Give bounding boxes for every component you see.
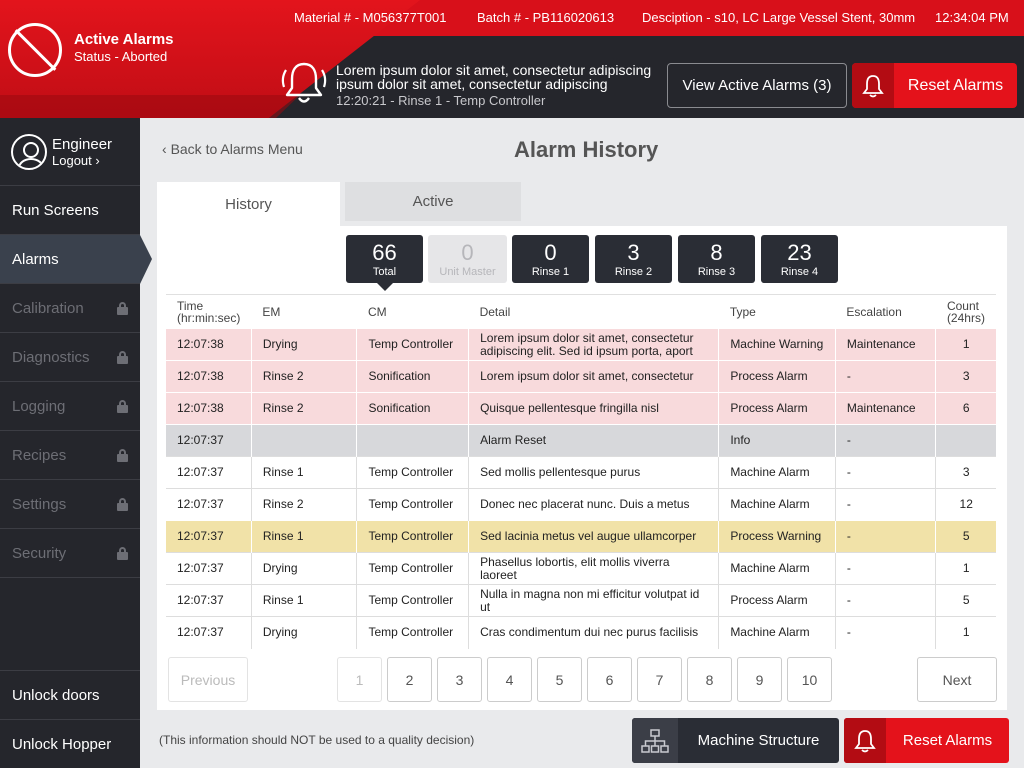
sidebar-item-run-screens[interactable]: Run Screens [0,186,140,235]
sidebar: Engineer Logout › Run Screens Alarms Cal… [0,118,152,768]
page-1-button[interactable]: 1 [337,657,382,702]
page-5-button[interactable]: 5 [537,657,582,702]
count-filter-unit-master[interactable]: 0 Unit Master [428,235,507,283]
latest-alarm-meta: 12:20:21 - Rinse 1 - Temp Controller [336,93,546,108]
column-header-cm[interactable]: CM [356,294,469,329]
table-header-row: Time (hr:min:sec) EM CM Detail Type Escal… [166,294,996,329]
sidebar-item-security[interactable]: Security [0,529,140,578]
column-header-escalation[interactable]: Escalation [835,294,936,329]
reset-alarms-label: Reset Alarms [902,732,993,749]
page-title: Alarm History [514,137,659,162]
aborted-status-icon [8,23,62,77]
table-row[interactable]: 12:07:38 Rinse 2 Sonification Quisque pelle… [166,392,996,425]
machine-structure-button[interactable]: Machine Structure [632,718,839,763]
latest-alarm-message: Lorem ipsum dolor sit amet, consectetur … [336,62,652,92]
table-row[interactable]: 12:07:37 Drying Temp Controller Cras condim… [166,616,996,649]
header-bar: Active Alarms Status - Aborted Material … [0,0,1024,118]
sidebar-item-logging[interactable]: Logging [0,382,140,431]
user-box[interactable]: Engineer Logout › [0,118,140,186]
alarm-bell-icon [281,62,327,103]
page-8-button[interactable]: 8 [687,657,732,702]
status-title: Active Alarms [74,31,174,48]
tab-active[interactable]: Active [345,182,521,221]
previous-page-button[interactable]: Previous [168,657,248,702]
page-3-button[interactable]: 3 [437,657,482,702]
column-header-em[interactable]: EM [251,294,357,329]
unlock-doors-button[interactable]: Unlock doors [0,670,140,719]
table-row[interactable]: 12:07:38 Drying Temp Controller Lorem ipsum… [166,328,996,361]
count-filter-rinse-1[interactable]: 0 Rinse 1 [512,235,589,283]
lock-icon [117,351,128,364]
count-filter-rinse-3[interactable]: 8 Rinse 3 [678,235,755,283]
page-9-button[interactable]: 9 [737,657,782,702]
user-name: Engineer [52,135,113,153]
batch-number: Batch # - PB116020613 [477,10,615,25]
sidebar-item-settings[interactable]: Settings [0,480,140,529]
table-row[interactable]: 12:07:37 Rinse 1 Temp Controller Nulla in m… [166,584,996,617]
user-avatar-icon [11,133,47,170]
unlock-hopper-button[interactable]: Unlock Hopper [0,719,140,768]
lock-icon [117,547,128,560]
reset-alarms-bottom-button[interactable]: Reset Alarms [844,718,1009,763]
view-active-alarms-button[interactable]: View Active Alarms (3) [667,63,847,108]
back-to-alarms-link[interactable]: ‹ Back to Alarms Menu [162,141,303,157]
sidebar-item-recipes[interactable]: Recipes [0,431,140,480]
sidebar-item-alarms[interactable]: Alarms [0,235,152,284]
lock-icon [117,449,128,462]
lock-icon [117,498,128,511]
bell-icon [844,718,886,763]
table-row[interactable]: 12:07:37 Alarm Reset Info - [166,424,996,457]
count-filter-rinse-2[interactable]: 3 Rinse 2 [595,235,672,283]
table-row[interactable]: 12:07:37 Rinse 2 Temp Controller Donec nec … [166,488,996,521]
chevron-right-icon: › [95,152,100,168]
count-filter-total[interactable]: 66 Total [346,235,423,291]
alarm-history-table: Time (hr:min:sec) EM CM Detail Type Escal… [166,294,996,649]
column-header-time[interactable]: Time (hr:min:sec) [166,294,252,329]
lock-icon [117,400,128,413]
clock: 12:34:04 PM [935,10,1009,25]
column-header-detail[interactable]: Detail [468,294,719,329]
table-row[interactable]: 12:07:38 Rinse 2 Sonification Lorem ipsum d… [166,360,996,393]
chevron-left-icon: ‹ [162,141,167,157]
table-row[interactable]: 12:07:37 Rinse 1 Temp Controller Sed mollis… [166,456,996,489]
logout-link[interactable]: Logout › [52,153,112,168]
sidebar-item-diagnostics[interactable]: Diagnostics [0,333,140,382]
table-row[interactable]: 12:07:37 Rinse 1 Temp Controller Sed lacini… [166,520,996,553]
page-10-button[interactable]: 10 [787,657,832,702]
bell-icon [852,63,894,108]
quality-disclaimer: (This information should NOT be used to … [159,733,475,747]
hierarchy-icon [632,718,678,763]
count-filter-rinse-4[interactable]: 23 Rinse 4 [761,235,838,283]
tab-history[interactable]: History [157,182,340,226]
next-page-button[interactable]: Next [917,657,997,702]
lock-icon [117,302,128,315]
product-description: Desciption - s10, LC Large Vessel Stent,… [642,10,916,25]
page-4-button[interactable]: 4 [487,657,532,702]
page-6-button[interactable]: 6 [587,657,632,702]
table-row[interactable]: 12:07:37 Drying Temp Controller Phasellus l… [166,552,996,585]
page-7-button[interactable]: 7 [637,657,682,702]
reset-alarms-top-button[interactable]: Reset Alarms [852,63,1017,108]
status-subtitle: Status - Aborted [74,49,168,64]
machine-structure-label: Machine Structure [697,732,820,749]
page-2-button[interactable]: 2 [387,657,432,702]
column-header-type[interactable]: Type [718,294,836,329]
column-header-count[interactable]: Count (24hrs) [935,294,996,329]
material-number: Material # - M056377T001 [294,10,447,25]
reset-alarms-label: Reset Alarms [907,76,1004,94]
header-red-shadow [0,95,300,118]
sidebar-item-calibration[interactable]: Calibration [0,284,140,333]
